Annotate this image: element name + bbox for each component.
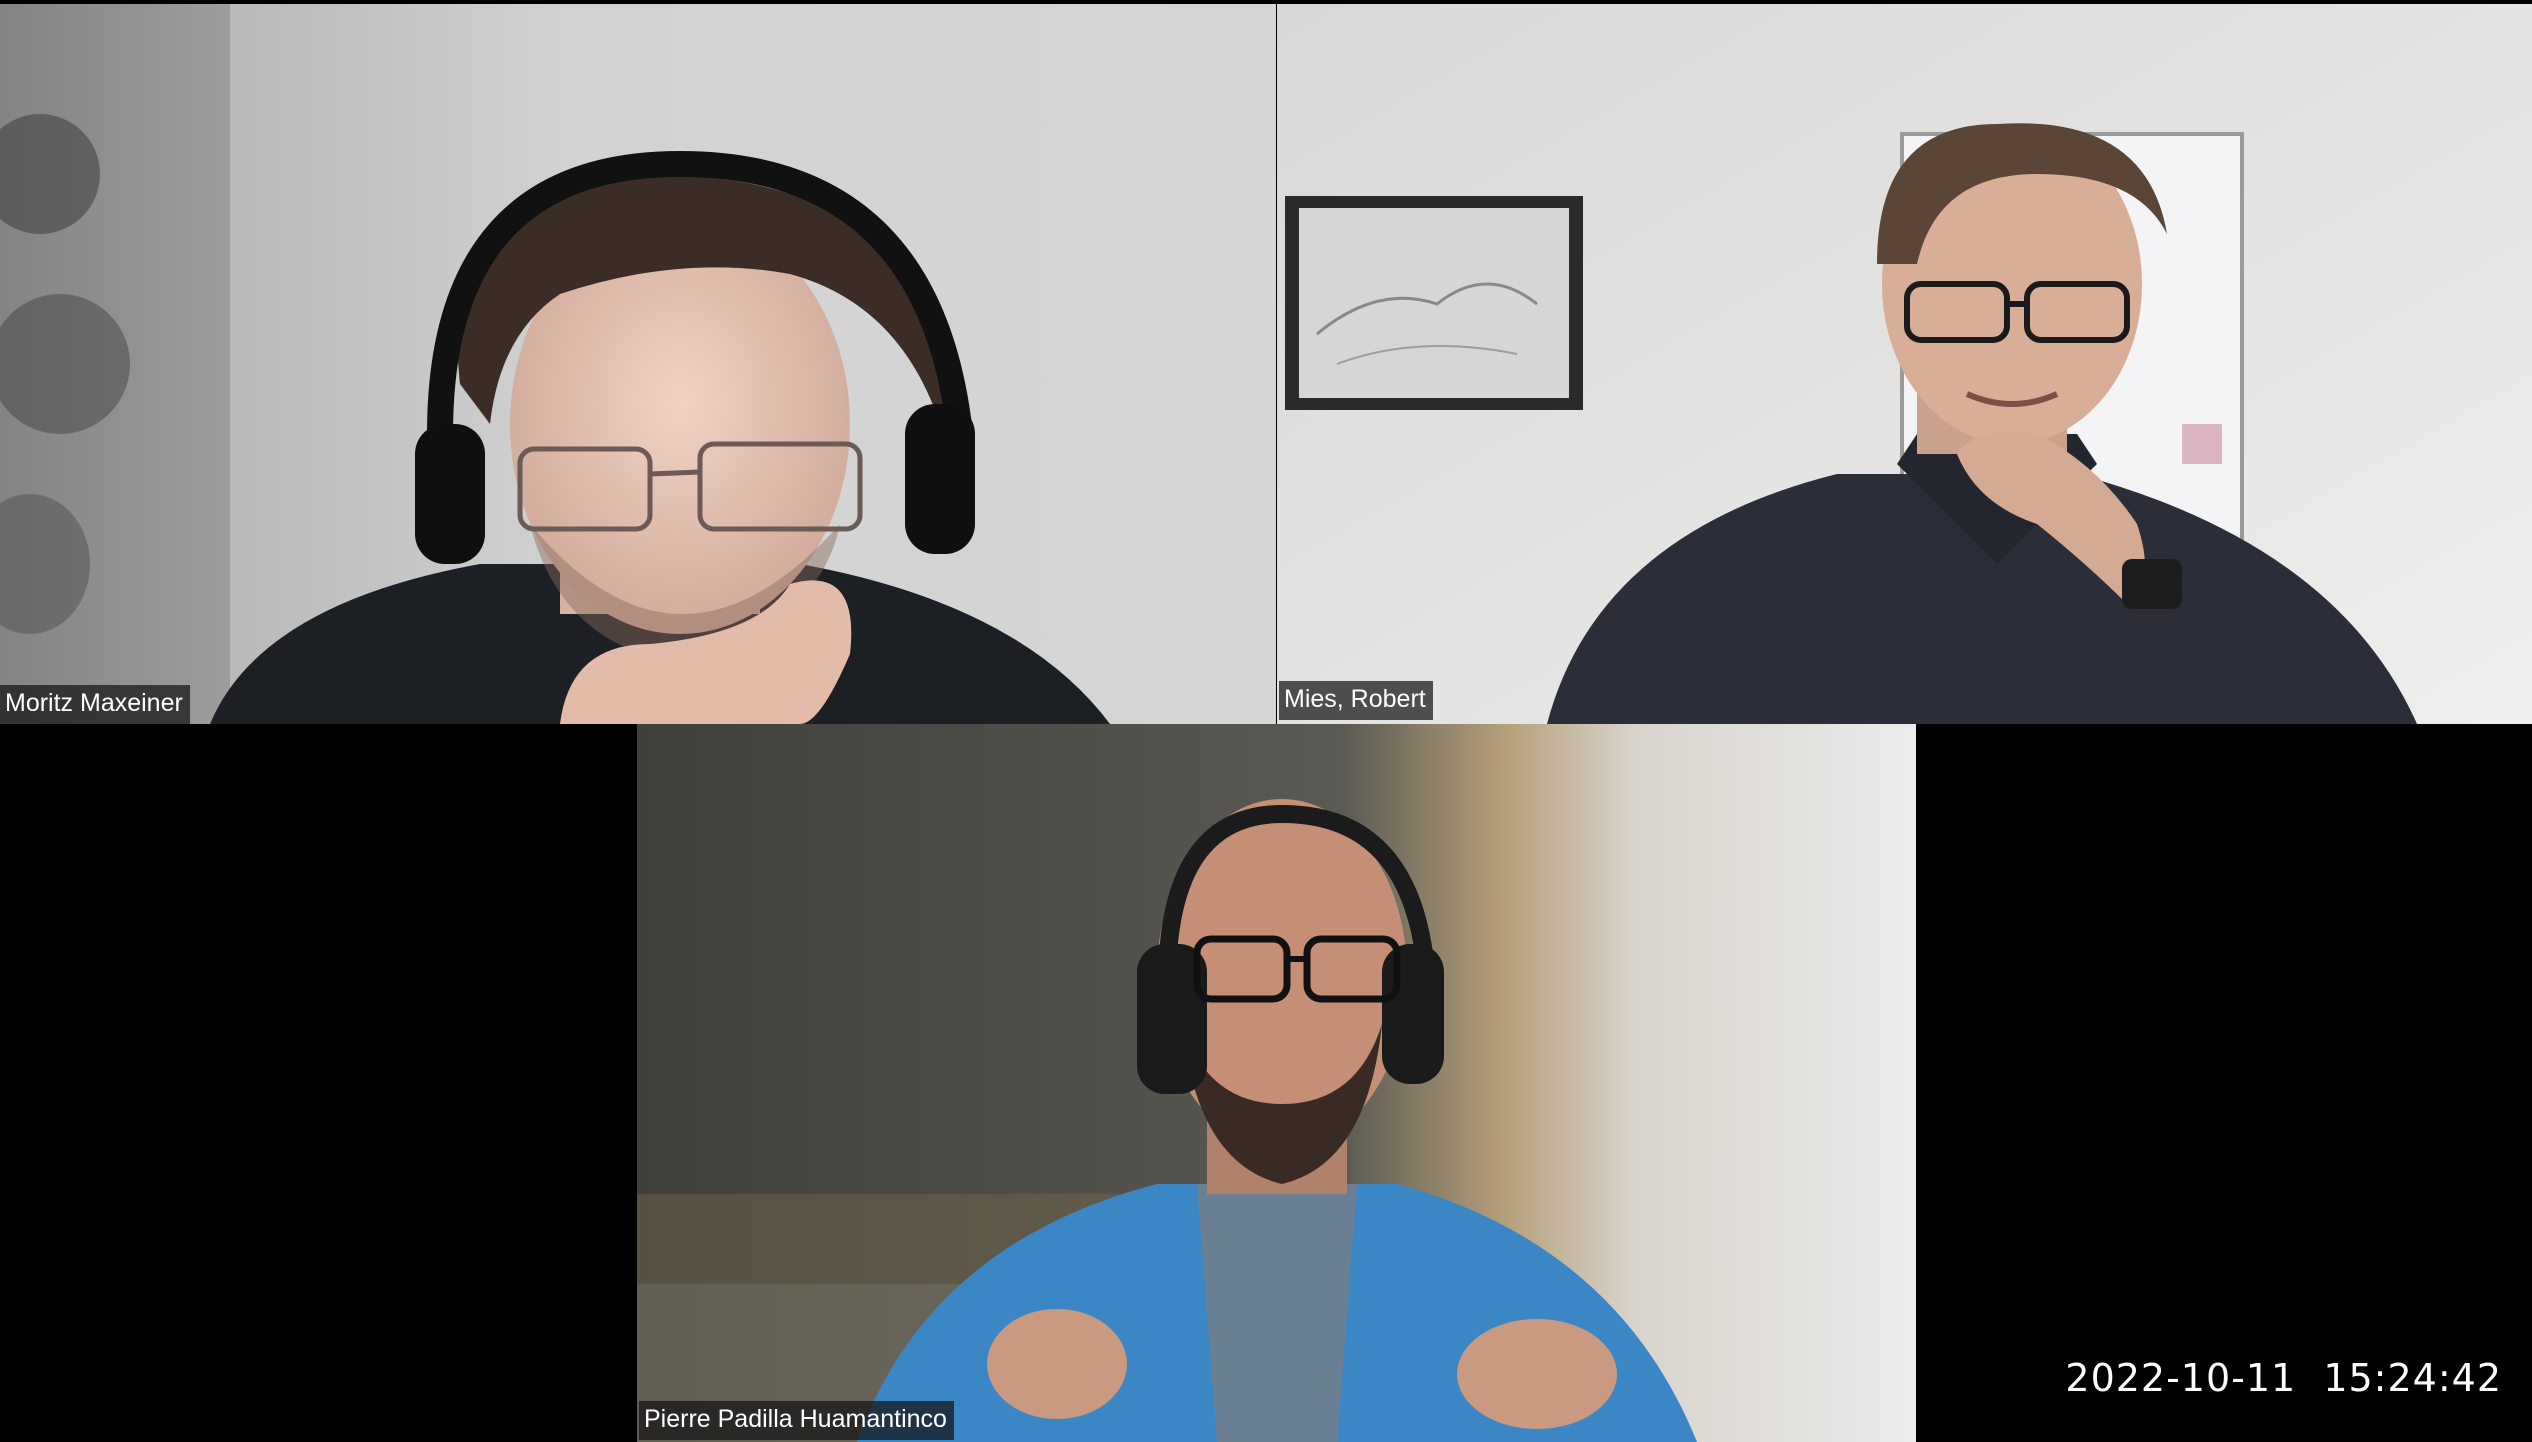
timestamp-time: 15:24:42 (2323, 1356, 2502, 1400)
participant-video-feed (637, 724, 1916, 1442)
recording-timestamp: 2022-10-11 15:24:42 (2065, 1356, 2502, 1400)
video-conference-grid: Moritz Maxeiner Mies, Robert Pierre Padi… (0, 0, 2532, 1442)
participant-video-tile-pierre[interactable]: Pierre Padilla Huamantinco (637, 724, 1916, 1442)
participant-name-label: Pierre Padilla Huamantinco (639, 1401, 954, 1440)
participant-video-feed (1277, 4, 2532, 724)
timestamp-date: 2022-10-11 (2065, 1356, 2297, 1400)
participant-video-tile-moritz[interactable]: Moritz Maxeiner (0, 4, 1276, 724)
participant-video-feed (0, 4, 1276, 724)
participant-name-label: Mies, Robert (1279, 681, 1433, 720)
participant-name-label: Moritz Maxeiner (0, 685, 190, 724)
participant-video-tile-mies[interactable]: Mies, Robert (1277, 4, 2532, 724)
